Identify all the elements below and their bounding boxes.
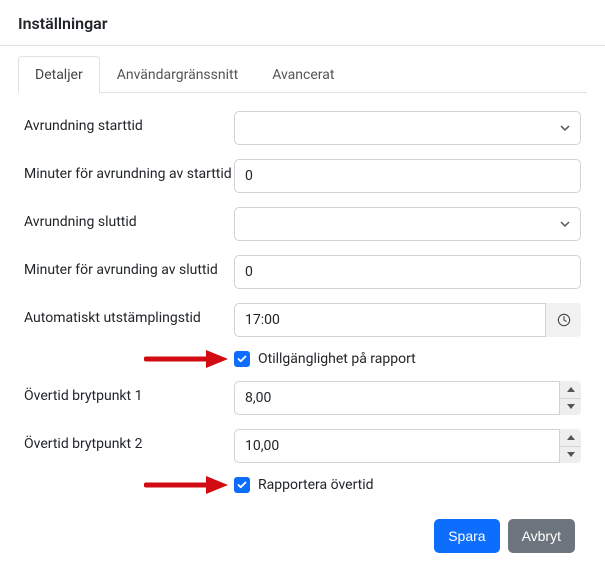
label-ot2: Övertid brytpunkt 2	[24, 429, 234, 452]
triangle-up-icon	[567, 435, 575, 440]
spin-up-button[interactable]	[560, 381, 581, 399]
label-report-overtime: Rapportera övertid	[258, 477, 374, 493]
input-auto-stamp-value: 17:00	[245, 312, 280, 328]
input-ot1[interactable]: 8,00	[234, 381, 581, 415]
tabs: Detaljer Användargränssnitt Avancerat	[18, 56, 587, 93]
footer: Spara Avbryt	[24, 519, 581, 553]
check-icon	[237, 354, 247, 364]
select-round-start[interactable]	[234, 111, 581, 145]
form: Avrundning starttid Minuter för avrundni…	[18, 111, 587, 553]
triangle-down-icon	[567, 404, 575, 409]
input-round-end-minutes[interactable]: 0	[234, 255, 581, 289]
input-ot1-value: 8,00	[245, 390, 271, 406]
label-auto-stamp: Automatiskt utstämplingstid	[24, 303, 234, 326]
input-ot2-value: 10,00	[245, 438, 279, 454]
annotation-arrow-icon	[144, 473, 230, 497]
input-ot2[interactable]: 10,00	[234, 429, 581, 463]
checkbox-unavailability[interactable]	[234, 351, 250, 367]
check-icon	[237, 480, 247, 490]
cancel-button[interactable]: Avbryt	[508, 519, 575, 553]
annotation-arrow-icon	[144, 347, 230, 371]
spin-down-button[interactable]	[560, 399, 581, 416]
tab-advanced[interactable]: Avancerat	[255, 56, 351, 93]
tab-ui[interactable]: Användargränssnitt	[100, 56, 255, 93]
input-round-start-minutes-value: 0	[245, 168, 253, 184]
triangle-up-icon	[567, 387, 575, 392]
clock-icon	[557, 313, 571, 327]
clock-button[interactable]	[545, 303, 581, 337]
tab-details[interactable]: Detaljer	[18, 56, 100, 93]
label-round-start: Avrundning starttid	[24, 111, 234, 134]
spin-up-button[interactable]	[560, 429, 581, 447]
spin-down-button[interactable]	[560, 447, 581, 464]
chevron-down-icon	[560, 123, 570, 133]
select-round-end[interactable]	[234, 207, 581, 241]
label-round-end-minutes: Minuter för avrunding av sluttid	[24, 255, 234, 278]
input-auto-stamp[interactable]: 17:00	[234, 303, 581, 337]
label-round-start-minutes: Minuter för avrundning av starttid	[24, 159, 234, 182]
save-button[interactable]: Spara	[434, 519, 499, 553]
label-ot1: Övertid brytpunkt 1	[24, 381, 234, 404]
page-title: Inställningar	[0, 0, 605, 45]
label-round-end: Avrundning sluttid	[24, 207, 234, 230]
input-round-end-minutes-value: 0	[245, 264, 253, 280]
triangle-down-icon	[567, 452, 575, 457]
checkbox-report-overtime[interactable]	[234, 477, 250, 493]
input-round-start-minutes[interactable]: 0	[234, 159, 581, 193]
label-unavailability: Otillgänglighet på rapport	[258, 351, 416, 367]
chevron-down-icon	[560, 219, 570, 229]
